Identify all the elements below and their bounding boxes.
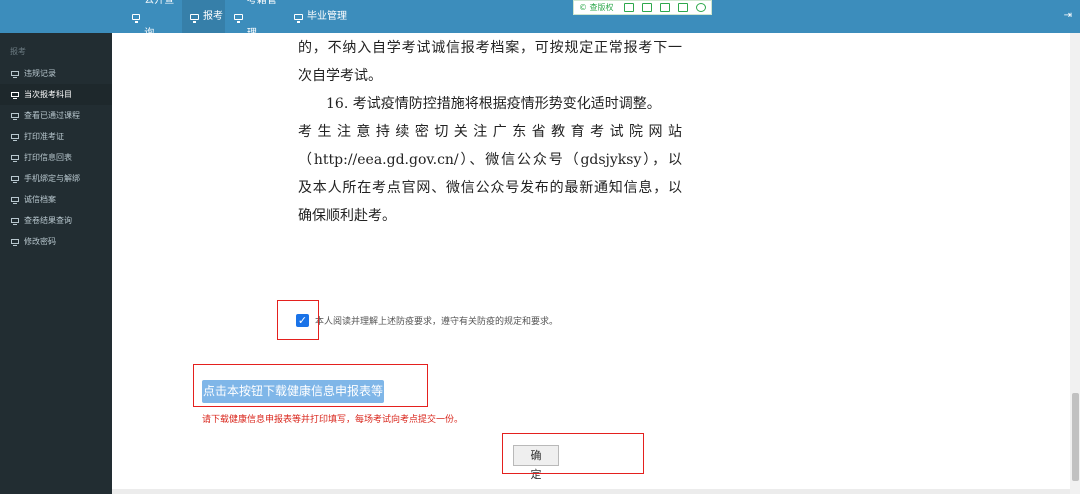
nav-item-exam-registration[interactable]: 报考 — [182, 0, 225, 33]
download-note: 请下载健康信息申报表等并打印填写，每场考试向考点提交一份。 — [202, 415, 464, 425]
monitor-icon — [11, 197, 19, 204]
agreement-row: ✓ 本人阅读并理解上述防疫要求，遵守有关防疫的规定和要求。 — [296, 314, 558, 327]
sidebar-item-paper-review-query[interactable]: 查卷结果查询 — [0, 210, 112, 231]
sidebar-item-print-info-form[interactable]: 打印信息回表 — [0, 147, 112, 168]
sidebar-item-label: 打印信息回表 — [24, 153, 72, 162]
sidebar-item-label: 当次报考科目 — [24, 90, 72, 99]
nav-item-record-management[interactable]: 考籍管理 — [228, 0, 286, 39]
notice-line: 考生注意持续密切关注广东省教育考试院网站 — [298, 124, 682, 140]
sidebar-item-phone-binding[interactable]: 手机绑定与解绑 — [0, 168, 112, 189]
monitor-icon — [11, 134, 19, 141]
highlight-box-confirm — [502, 433, 644, 474]
monitor-icon — [294, 13, 303, 23]
copyright-check-button[interactable]: © 查版权 — [574, 2, 620, 13]
sidebar-item-integrity-file[interactable]: 诚信档案 — [0, 189, 112, 210]
monitor-icon — [234, 13, 243, 23]
logout-icon[interactable]: ⇥ — [1064, 10, 1072, 21]
top-nav-bar: 公开查询 报考 考籍管理 毕业管理 ⇥ — [0, 0, 1080, 39]
settings-icon[interactable] — [695, 3, 706, 12]
monitor-icon — [11, 71, 19, 78]
notice-line: 确保顺利赴考。 — [298, 208, 396, 224]
sidebar: 报考 违规记录 当次报考科目 查看已通过课程 打印准考证 打印信息回表 手机绑定… — [0, 33, 112, 494]
nav-item-label: 报考 — [203, 11, 223, 22]
sidebar-item-current-subjects[interactable]: 当次报考科目 — [0, 84, 112, 105]
monitor-icon — [11, 239, 19, 246]
sidebar-item-label: 查卷结果查询 — [24, 216, 72, 225]
nav-item-public-query[interactable]: 公开查询 — [124, 0, 180, 39]
nav-item-label: 毕业管理 — [307, 11, 347, 22]
content-bottom-edge — [112, 489, 1070, 494]
sidebar-item-label: 修改密码 — [24, 237, 56, 246]
monitor-icon — [11, 218, 19, 225]
notice-line: 16. 考试疫情防控措施将根据疫情形势变化适时调整。 — [326, 96, 661, 112]
nav-item-graduation-management[interactable]: 毕业管理 — [288, 0, 348, 33]
sidebar-item-label: 打印准考证 — [24, 132, 64, 141]
sidebar-item-print-admission-ticket[interactable]: 打印准考证 — [0, 126, 112, 147]
monitor-icon — [11, 92, 19, 99]
sidebar-item-passed-courses[interactable]: 查看已通过课程 — [0, 105, 112, 126]
monitor-icon — [132, 13, 141, 23]
sidebar-header: 报考 — [10, 47, 26, 56]
notice-text: 的，不纳入自学考试诚信报考档案，可按规定正常报考下一 次自学考试。 16. 考试… — [298, 34, 682, 230]
bookmark-icon[interactable] — [623, 3, 634, 12]
agreement-label: 本人阅读并理解上述防疫要求，遵守有关防疫的规定和要求。 — [315, 317, 559, 327]
sidebar-item-label: 手机绑定与解绑 — [24, 174, 80, 183]
main-content: 的，不纳入自学考试诚信报考档案，可按规定正常报考下一 次自学考试。 16. 考试… — [112, 33, 1070, 494]
scrollbar-thumb[interactable] — [1072, 393, 1079, 481]
sidebar-item-label: 诚信档案 — [24, 195, 56, 204]
monitor-icon — [190, 13, 199, 23]
notice-line: 及本人所在考点官网、微信公众号发布的最新通知信息，以 — [298, 180, 682, 196]
share-icon[interactable] — [677, 3, 688, 12]
expand-icon[interactable] — [641, 3, 652, 12]
monitor-icon — [11, 155, 19, 162]
notice-line: （http://eea.gd.gov.cn/）、微信公众号（gdsjyksy），… — [298, 152, 682, 168]
monitor-icon — [11, 113, 19, 120]
sidebar-item-violation-records[interactable]: 违规记录 — [0, 63, 112, 84]
monitor-icon — [11, 176, 19, 183]
sidebar-item-label: 查看已通过课程 — [24, 111, 80, 120]
notice-line: 次自学考试。 — [298, 68, 382, 84]
floating-toolbar: © 查版权 — [573, 0, 712, 15]
sidebar-item-label: 违规记录 — [24, 69, 56, 78]
highlight-box-checkbox — [277, 300, 319, 340]
highlight-box-download — [193, 364, 428, 407]
sidebar-item-change-password[interactable]: 修改密码 — [0, 231, 112, 252]
image-icon[interactable] — [659, 3, 670, 12]
notice-line: 的，不纳入自学考试诚信报考档案，可按规定正常报考下一 — [298, 40, 682, 56]
